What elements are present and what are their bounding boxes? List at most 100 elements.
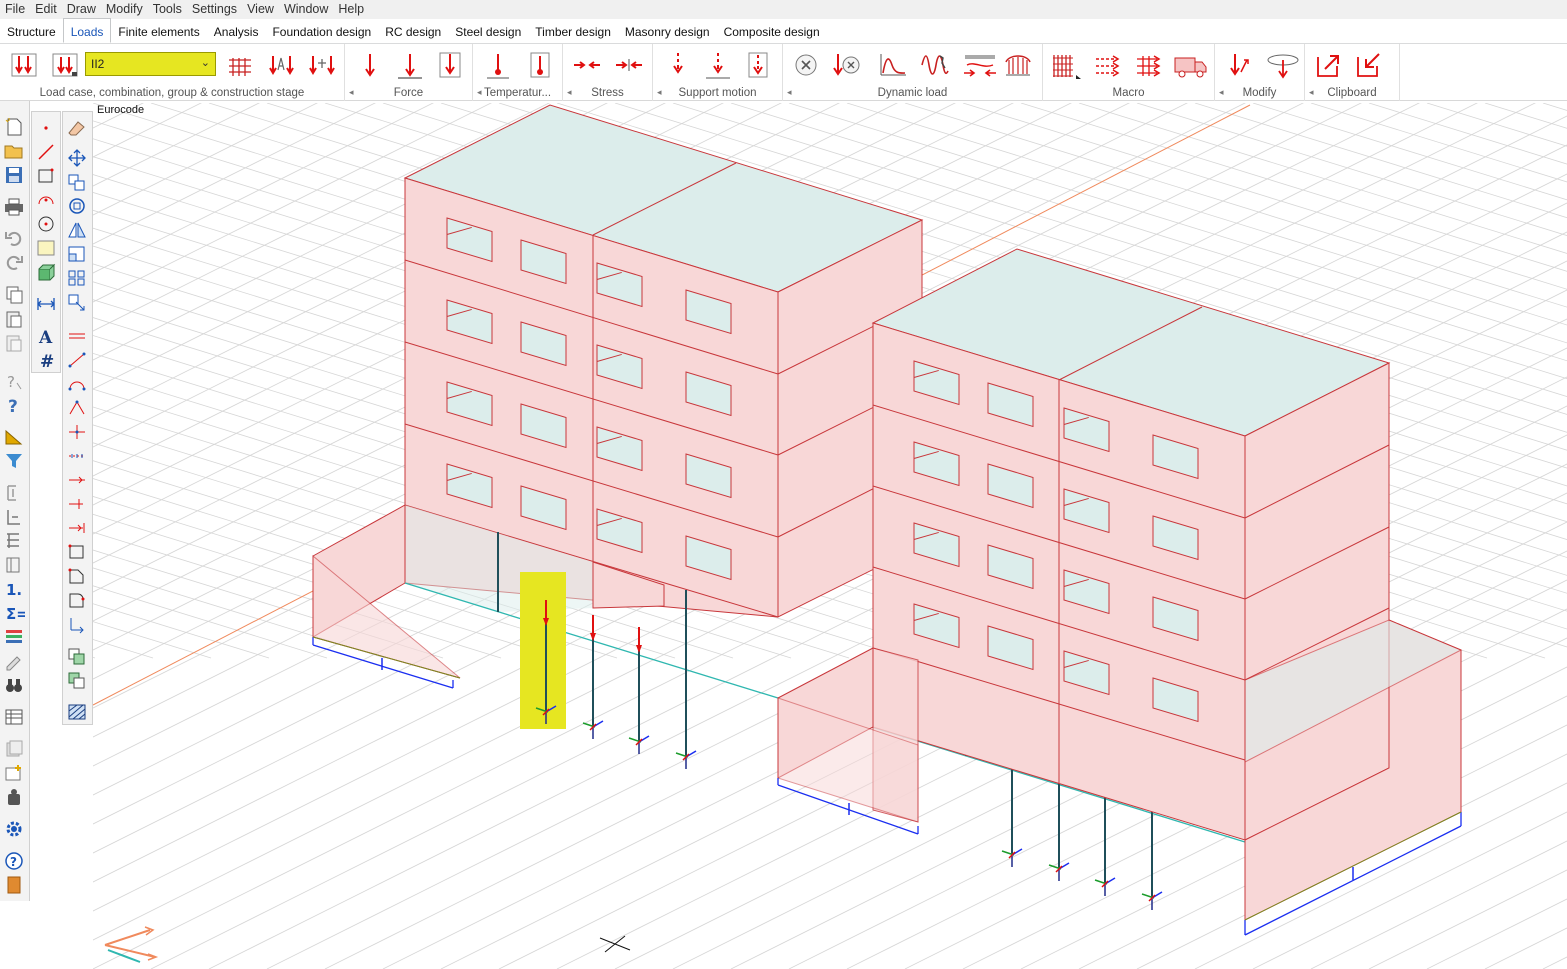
rotate-load-button[interactable] <box>1263 48 1301 82</box>
offset-button[interactable] <box>66 292 90 314</box>
polyline-button[interactable] <box>66 398 90 420</box>
moving-load-button[interactable] <box>1003 48 1033 82</box>
tab-foundation-design[interactable]: Foundation design <box>265 19 378 43</box>
draw-circle-button[interactable] <box>35 214 59 236</box>
stress-compression-button[interactable] <box>614 48 644 82</box>
footfall-analysis-button[interactable] <box>961 48 999 82</box>
move-load-button[interactable] <box>1225 48 1255 82</box>
measure-button[interactable] <box>3 427 27 449</box>
side-wall-right[interactable] <box>1244 362 1390 841</box>
draw-surface-button[interactable] <box>35 238 59 260</box>
menu-view[interactable]: View <box>242 0 279 19</box>
truck-load-button[interactable] <box>1173 48 1209 82</box>
draw-line-button[interactable] <box>35 142 59 164</box>
menu-draw[interactable]: Draw <box>62 0 101 19</box>
split-line-button[interactable] <box>66 446 90 468</box>
manual-button[interactable] <box>3 875 27 897</box>
intersect-button[interactable] <box>66 350 90 372</box>
menu-tools[interactable]: Tools <box>148 0 187 19</box>
copy-button[interactable] <box>3 285 27 307</box>
align-button[interactable] <box>66 614 90 636</box>
copy-to-clipboard-button[interactable] <box>1313 48 1343 82</box>
menu-file[interactable]: File <box>0 0 30 19</box>
draw-solid-button[interactable] <box>35 262 59 284</box>
mirror-button[interactable] <box>66 220 90 242</box>
convert-arc-button[interactable] <box>66 374 90 396</box>
response-spectrum-button[interactable] <box>878 48 908 82</box>
erase-button[interactable] <box>66 118 90 140</box>
menu-edit[interactable]: Edit <box>30 0 62 19</box>
sum-button[interactable]: Σ= <box>3 603 29 625</box>
tab-masonry-design[interactable]: Masonry design <box>618 19 717 43</box>
array-button[interactable] <box>66 268 90 290</box>
surface-temperature-button[interactable] <box>525 48 555 82</box>
storey-button[interactable] <box>3 531 27 553</box>
nodal-force-button[interactable] <box>355 48 385 82</box>
save-button[interactable] <box>3 165 27 187</box>
node-on-line-button[interactable] <box>66 422 90 444</box>
initial-stress-button[interactable] <box>572 48 602 82</box>
load-group-table-button[interactable] <box>266 48 296 82</box>
load-groups-button[interactable] <box>225 48 255 82</box>
tab-timber-design[interactable]: Timber design <box>528 19 618 43</box>
construction-stage-button[interactable] <box>307 48 337 82</box>
model-view-3d[interactable] <box>93 103 1567 969</box>
paste-button[interactable] <box>3 309 27 331</box>
open-file-button[interactable] <box>3 141 27 163</box>
tab-loads[interactable]: Loads <box>62 18 112 43</box>
line-temperature-button[interactable] <box>483 48 513 82</box>
vehicle-load-button[interactable] <box>1134 48 1164 82</box>
surface-support-motion-button[interactable] <box>743 48 773 82</box>
section-button[interactable] <box>3 555 27 577</box>
line-force-button[interactable] <box>395 48 425 82</box>
filter-button[interactable] <box>3 451 27 473</box>
print-button[interactable] <box>3 197 27 219</box>
surface-force-button[interactable] <box>435 48 465 82</box>
tab-analysis[interactable]: Analysis <box>207 19 266 43</box>
menu-help[interactable]: Help <box>333 0 369 19</box>
ungroup-button[interactable] <box>66 670 90 692</box>
mass-convert-button[interactable] <box>831 48 861 82</box>
divide-line-button[interactable] <box>66 326 90 348</box>
level-button[interactable] <box>3 507 27 529</box>
line-support-motion-button[interactable] <box>703 48 733 82</box>
tab-finite-elements[interactable]: Finite elements <box>111 19 206 43</box>
selected-load-highlight[interactable] <box>520 572 566 729</box>
snow-load-button[interactable] <box>1093 48 1123 82</box>
move-button[interactable] <box>66 148 90 170</box>
undo-button[interactable] <box>3 228 27 250</box>
gallery-button[interactable] <box>3 763 27 785</box>
paste-from-clipboard-button[interactable] <box>1353 48 1383 82</box>
eraser-button[interactable] <box>3 651 27 673</box>
break-line-button[interactable] <box>66 470 90 492</box>
dimension-line-button[interactable] <box>35 294 59 316</box>
load-combinations-button[interactable] <box>50 48 80 82</box>
report-button[interactable] <box>3 739 27 761</box>
context-help-button[interactable]: ? <box>3 371 27 393</box>
table-browser-button[interactable] <box>3 707 27 729</box>
tab-rc-design[interactable]: RC design <box>378 19 448 43</box>
tab-structure[interactable]: Structure <box>0 19 63 43</box>
view-orientation-icon[interactable] <box>104 926 159 963</box>
tab-composite-design[interactable]: Composite design <box>717 19 827 43</box>
draw-point-button[interactable] <box>35 118 59 140</box>
delete-mass-button[interactable] <box>791 48 821 82</box>
clipboard-button[interactable] <box>3 333 27 355</box>
menu-window[interactable]: Window <box>279 0 333 19</box>
new-file-button[interactable] <box>3 117 27 139</box>
chamfer-button[interactable] <box>66 566 90 588</box>
dimension-button[interactable] <box>3 483 27 505</box>
load-case-dropdown[interactable]: II2 ⌄ <box>85 52 216 76</box>
trim-line-button[interactable] <box>66 518 90 540</box>
tab-steel-design[interactable]: Steel design <box>448 19 528 43</box>
extend-line-button[interactable] <box>66 494 90 516</box>
time-history-button[interactable] <box>920 48 950 82</box>
draw-rectangle-button[interactable] <box>35 166 59 188</box>
settings-button[interactable] <box>3 819 27 841</box>
building-left[interactable] <box>403 104 924 618</box>
rotate-button[interactable] <box>66 196 90 218</box>
help-button[interactable]: ? <box>3 395 27 417</box>
hatch-button[interactable] <box>66 702 90 724</box>
draw-arc-button[interactable] <box>35 190 59 212</box>
copy-translate-button[interactable] <box>66 172 90 194</box>
